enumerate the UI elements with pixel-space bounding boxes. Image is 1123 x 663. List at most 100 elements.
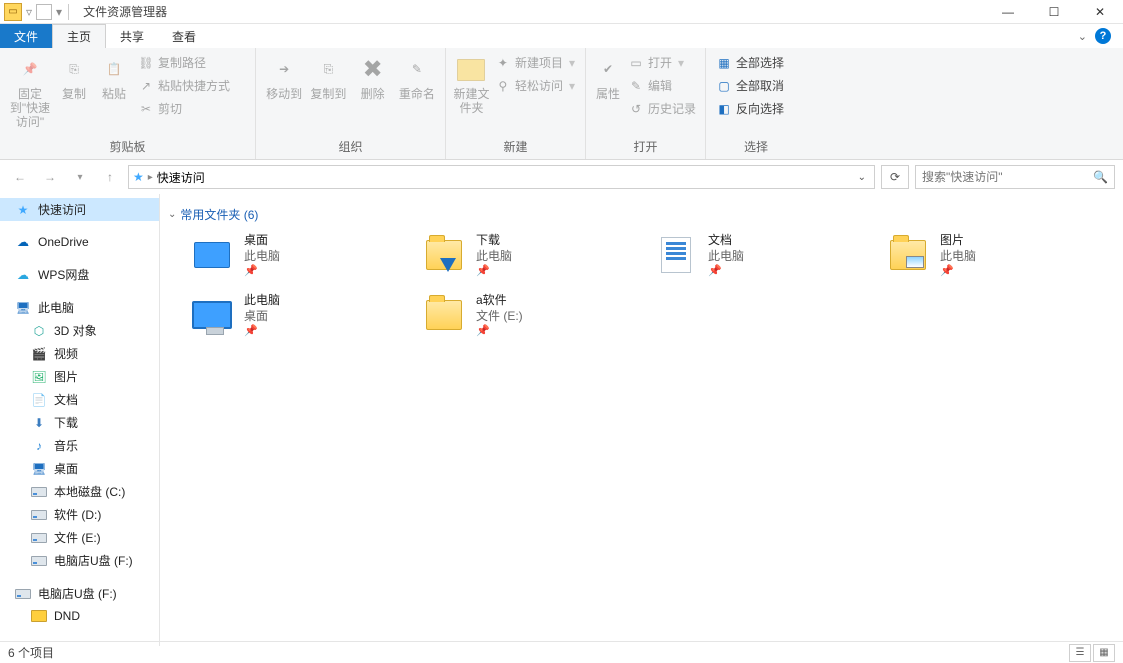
open-button[interactable]: ▭打开▾	[624, 52, 700, 73]
paste-shortcut-button[interactable]: ↗粘贴快捷方式	[134, 75, 234, 96]
desktop-icon	[188, 233, 236, 277]
tree-music[interactable]: ♪音乐	[0, 434, 159, 457]
tree-quick-access[interactable]: ★快速访问	[0, 198, 159, 221]
invert-selection-button[interactable]: ◧反向选择	[712, 98, 788, 119]
ribbon-tabs: 文件 主页 共享 查看 ⌄ ?	[0, 24, 1123, 48]
select-none-icon: ▢	[716, 78, 732, 94]
properties-button[interactable]: ✔属性	[592, 50, 624, 102]
tab-share[interactable]: 共享	[106, 24, 158, 48]
qat-button[interactable]: ▿	[26, 5, 32, 19]
paste-button[interactable]: 📋 粘贴	[94, 50, 134, 102]
tree-documents[interactable]: 📄文档	[0, 388, 159, 411]
tree-drive-d[interactable]: 软件 (D:)	[0, 503, 159, 526]
address-bar[interactable]: ★ ▸ 快速访问 ⌄	[128, 165, 875, 189]
back-button[interactable]: ←	[8, 165, 32, 189]
item-name: 此电脑	[244, 293, 280, 309]
group-header[interactable]: ⌄ 常用文件夹 (6)	[160, 202, 1123, 229]
group-label: 组织	[262, 136, 439, 159]
tree-drive-f[interactable]: 电脑店U盘 (F:)	[0, 549, 159, 572]
select-none-button[interactable]: ▢全部取消	[712, 75, 788, 96]
cut-button[interactable]: ✂剪切	[134, 98, 234, 119]
close-button[interactable]: ✕	[1077, 0, 1123, 24]
help-icon[interactable]: ?	[1095, 28, 1111, 44]
tree-wps[interactable]: ☁WPS网盘	[0, 263, 159, 286]
rename-button[interactable]: ✎重命名	[395, 50, 439, 102]
tree-drive-c[interactable]: 本地磁盘 (C:)	[0, 480, 159, 503]
file-item[interactable]: 下载此电脑📌	[416, 229, 648, 289]
up-button[interactable]: ↑	[98, 165, 122, 189]
file-item[interactable]: 此电脑桌面📌	[184, 289, 416, 349]
tree-downloads[interactable]: ⬇下载	[0, 411, 159, 434]
tree-drive-f2[interactable]: 电脑店U盘 (F:)	[0, 582, 159, 605]
search-box[interactable]: 🔍	[915, 165, 1115, 189]
pin-icon: 📌	[14, 54, 46, 86]
history-button[interactable]: ↺历史记录	[624, 98, 700, 119]
tree-drive-e[interactable]: 文件 (E:)	[0, 526, 159, 549]
copy-path-button[interactable]: ⛓复制路径	[134, 52, 234, 73]
delete-button[interactable]: ✖删除	[351, 50, 395, 102]
item-location: 桌面	[244, 309, 280, 325]
item-location: 此电脑	[708, 249, 744, 265]
collapse-ribbon-icon[interactable]: ⌄	[1078, 30, 1087, 43]
pin-icon: 📌	[708, 264, 744, 278]
item-name: 下载	[476, 233, 512, 249]
tree-videos[interactable]: 🎬视频	[0, 342, 159, 365]
documents-icon	[652, 233, 700, 277]
item-name: 文档	[708, 233, 744, 249]
tree-this-pc[interactable]: 🖥此电脑	[0, 296, 159, 319]
tree-3d-objects[interactable]: ⬡3D 对象	[0, 319, 159, 342]
new-folder-button[interactable]: 新建文件夹	[452, 50, 491, 116]
open-icon: ▭	[628, 55, 644, 71]
pin-icon: 📌	[244, 324, 280, 338]
recent-locations-button[interactable]: ▾	[68, 165, 92, 189]
quick-access-icon: ★	[133, 170, 144, 184]
qat-overflow[interactable]: ▾	[56, 5, 62, 19]
tree-desktop[interactable]: 🖥桌面	[0, 457, 159, 480]
music-icon: ♪	[30, 438, 48, 454]
maximize-button[interactable]: ☐	[1031, 0, 1077, 24]
move-to-button[interactable]: ➔移动到	[262, 50, 306, 102]
documents-icon: 📄	[30, 392, 48, 408]
tree-dnd[interactable]: DND	[0, 605, 159, 627]
minimize-button[interactable]: ―	[985, 0, 1031, 24]
content-area[interactable]: ⌄ 常用文件夹 (6) 桌面此电脑📌下载此电脑📌文档此电脑📌图片此电脑📌此电脑桌…	[160, 194, 1123, 646]
new-item-button[interactable]: ✦新建项目▾	[491, 52, 579, 73]
drive-icon	[14, 586, 32, 602]
file-item[interactable]: a软件文件 (E:)📌	[416, 289, 648, 349]
breadcrumb[interactable]: 快速访问	[157, 169, 205, 186]
paste-icon: 📋	[98, 54, 130, 86]
drive-icon	[30, 530, 48, 546]
tab-view[interactable]: 查看	[158, 24, 210, 48]
refresh-button[interactable]: ⟳	[881, 165, 909, 189]
tree-onedrive[interactable]: ☁OneDrive	[0, 231, 159, 253]
details-view-button[interactable]: ☰	[1069, 644, 1091, 662]
copy-to-button[interactable]: ⎘复制到	[306, 50, 350, 102]
qat-button[interactable]	[36, 4, 52, 20]
pin-to-quick-access-button[interactable]: 📌 固定到"快速访问"	[6, 50, 54, 129]
search-input[interactable]	[922, 170, 1093, 184]
copy-button[interactable]: ⎘ 复制	[54, 50, 94, 102]
address-dropdown-icon[interactable]: ⌄	[858, 172, 870, 183]
item-location: 此电脑	[940, 249, 976, 265]
drive-icon	[30, 507, 48, 523]
file-item[interactable]: 文档此电脑📌	[648, 229, 880, 289]
window-title: 文件资源管理器	[83, 3, 167, 20]
edit-icon: ✎	[628, 78, 644, 94]
icons-view-button[interactable]: ▦	[1093, 644, 1115, 662]
tab-home[interactable]: 主页	[52, 24, 106, 48]
item-location: 此电脑	[476, 249, 512, 265]
video-icon: 🎬	[30, 346, 48, 362]
easy-access-button[interactable]: ⚲轻松访问▾	[491, 75, 579, 96]
file-item[interactable]: 桌面此电脑📌	[184, 229, 416, 289]
pin-icon: 📌	[244, 264, 280, 278]
copy-to-icon: ⎘	[312, 54, 344, 86]
tree-pictures[interactable]: 🖼图片	[0, 365, 159, 388]
tab-file[interactable]: 文件	[0, 24, 52, 48]
group-label: 新建	[452, 136, 579, 159]
forward-button[interactable]: →	[38, 165, 62, 189]
file-item[interactable]: 图片此电脑📌	[880, 229, 1112, 289]
edit-button[interactable]: ✎编辑	[624, 75, 700, 96]
select-all-button[interactable]: ▦全部选择	[712, 52, 788, 73]
nav-tree[interactable]: ★快速访问 ☁OneDrive ☁WPS网盘 🖥此电脑 ⬡3D 对象 🎬视频 🖼…	[0, 194, 160, 646]
search-icon[interactable]: 🔍	[1093, 170, 1108, 184]
